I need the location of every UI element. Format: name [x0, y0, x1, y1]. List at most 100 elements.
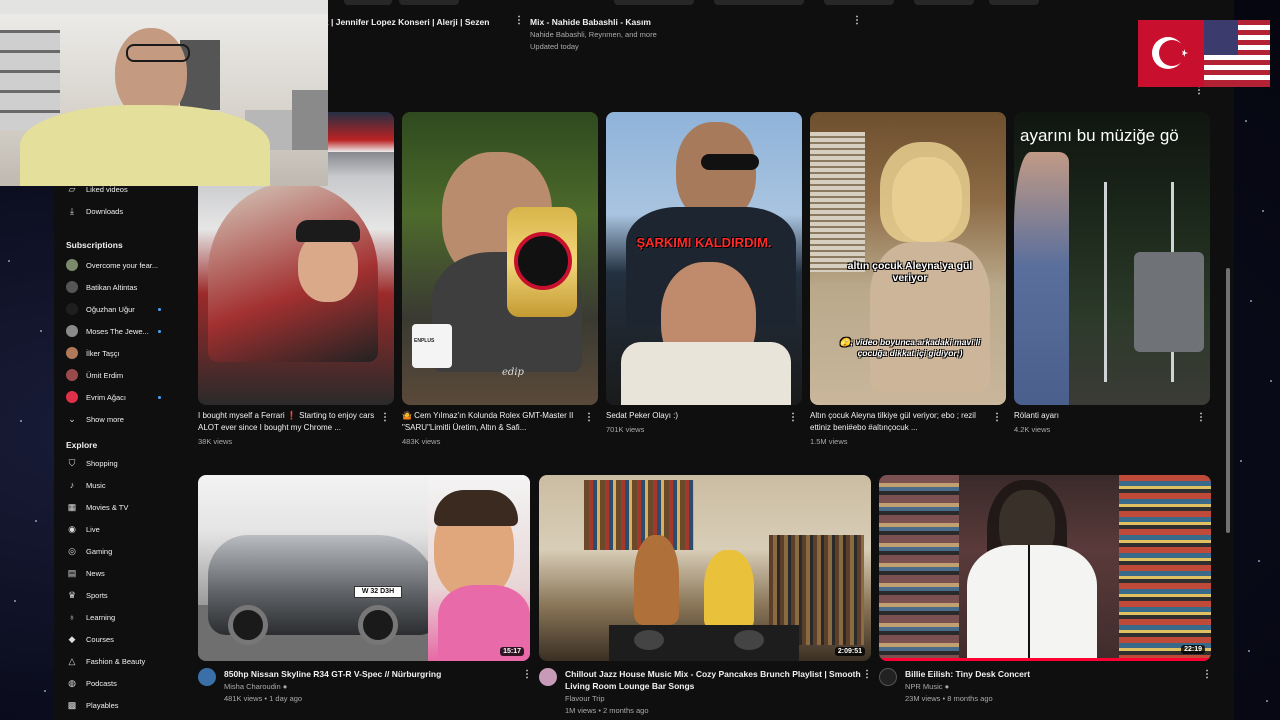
more-options-icon[interactable]: ⋮ — [522, 670, 532, 680]
chip[interactable] — [989, 0, 1039, 5]
sidebar-item-label: Playables — [86, 700, 119, 710]
channel-name[interactable]: Misha Charoudin ● — [224, 682, 287, 691]
star — [1258, 560, 1260, 562]
chip[interactable] — [714, 0, 804, 5]
sidebar-item-label: Batikan Altintas — [86, 282, 138, 292]
short-views: 701K views — [606, 425, 645, 434]
short-overlay-text: 🫣; video boyunca arkadaki mavi'li çocuğa… — [839, 337, 981, 358]
channel-name[interactable]: Flavour Trip — [565, 694, 605, 703]
short-overlay-text: ŞARKIMI KALDIRDIM. — [636, 235, 772, 250]
scrollbar[interactable] — [1226, 268, 1230, 533]
graduation-cap-icon: ◆ — [68, 633, 76, 644]
video-thumbnail[interactable]: 22:19 — [879, 475, 1211, 661]
verified-badge-icon: ● — [944, 682, 950, 691]
channel-avatar[interactable] — [879, 668, 897, 686]
subscriptions-heading[interactable]: Subscriptions — [66, 240, 123, 250]
more-options-icon[interactable]: ⋮ — [514, 16, 524, 26]
chip[interactable] — [399, 0, 459, 5]
video-title[interactable]: 850hp Nissan Skyline R34 GT-R V-Spec // … — [224, 668, 524, 680]
short-thumbnail[interactable]: ŞARKIMI KALDIRDIM. — [606, 112, 802, 405]
short-title[interactable]: 🤷 Cem Yılmaz'ın Kolunda Rolex GMT-Master… — [402, 410, 582, 433]
more-options-icon[interactable]: ⋮ — [584, 413, 594, 423]
star — [14, 600, 16, 602]
more-options-icon[interactable]: ⋮ — [380, 413, 390, 423]
short-title[interactable]: Sedat Peker Olayı :) — [606, 410, 786, 422]
sidebar-item[interactable]: ♛ Sports — [66, 586, 108, 604]
sidebar-subscription[interactable]: Ümit Erdim — [66, 366, 123, 384]
sidebar-item[interactable]: ▦ Movies & TV — [66, 498, 129, 516]
chip[interactable] — [824, 0, 894, 5]
sidebar-item-label: Gaming — [86, 546, 113, 556]
sidebar-item[interactable]: ◍ Podcasts — [66, 674, 117, 692]
new-content-dot — [158, 396, 161, 399]
more-options-icon[interactable]: ⋮ — [788, 413, 798, 423]
short-views: 483K views — [402, 437, 441, 446]
chip[interactable] — [914, 0, 974, 5]
license-plate: W 32 D3H — [354, 586, 402, 598]
show-more-button[interactable]: ⌄ Show more — [66, 410, 124, 428]
channel-avatar — [66, 281, 78, 293]
download-icon: ⤓ — [70, 205, 74, 216]
playlist-title[interactable]: Mix - Nahide Babashli - Kasım — [530, 17, 651, 27]
webcam-overlay — [0, 0, 328, 186]
star — [35, 520, 37, 522]
sidebar-subscription[interactable]: Overcome your fear... — [66, 256, 158, 274]
sidebar-subscription[interactable]: İlker Taşçı — [66, 344, 120, 362]
sidebar-item-label: Movies & TV — [86, 502, 129, 512]
channel-avatar — [66, 325, 78, 337]
more-options-icon[interactable]: ⋮ — [1202, 670, 1212, 680]
short-title[interactable]: I bought myself a Ferrari ❗️ Starting to… — [198, 410, 378, 433]
sidebar-item[interactable]: ♁ Learning — [66, 608, 116, 626]
short-title[interactable]: Altın çocuk Aleyna tilkiye gül veriyor; … — [810, 410, 990, 433]
sidebar-item[interactable]: ♪ Music — [66, 476, 106, 494]
more-options-icon[interactable]: ⋮ — [992, 413, 1002, 423]
star — [1262, 210, 1264, 212]
channel-avatar — [66, 369, 78, 381]
sidebar-item-label: Podcasts — [86, 678, 117, 688]
sidebar-subscription[interactable]: Batikan Altintas — [66, 278, 137, 296]
clapperboard-icon: ▦ — [67, 501, 77, 512]
chip[interactable] — [614, 0, 694, 5]
sidebar-item[interactable]: ▩ Playables — [66, 696, 119, 714]
channel-avatar[interactable] — [198, 668, 216, 686]
sidebar-subscription[interactable]: Oğuzhan Uğur — [66, 300, 135, 318]
short-thumbnail[interactable]: ayarını bu müziğe gö — [1014, 112, 1210, 405]
short-thumbnail[interactable]: ENPLUS edip — [402, 112, 598, 405]
sidebar-item[interactable]: ⛉ Shopping — [66, 454, 118, 472]
sidebar-item[interactable]: ◎ Gaming — [66, 542, 112, 560]
more-options-icon[interactable]: ⋮ — [862, 670, 872, 680]
short-views: 38K views — [198, 437, 233, 446]
chip[interactable] — [344, 0, 392, 5]
sidebar-subscription[interactable]: Moses The Jewe... — [66, 322, 149, 340]
sidebar-item[interactable]: △ Fashion & Beauty — [66, 652, 146, 670]
playlist-title[interactable]: m 2 | Jennifer Lopez Konseri | Alerji | … — [314, 17, 489, 27]
sidebar-item-label: Oğuzhan Uğur — [86, 304, 135, 314]
video-thumbnail[interactable]: W 32 D3H 15:17 — [198, 475, 530, 661]
playables-grid-icon: ▩ — [67, 699, 77, 710]
more-options-icon[interactable]: ⋮ — [1194, 86, 1204, 96]
short-title[interactable]: Rölanti ayarı — [1014, 410, 1194, 422]
more-options-icon[interactable]: ⋮ — [852, 16, 862, 26]
sidebar-item[interactable]: ⤓ Downloads — [66, 202, 123, 220]
video-title[interactable]: Chillout Jazz House Music Mix - Cozy Pan… — [565, 668, 865, 692]
channel-avatar[interactable] — [539, 668, 557, 686]
short-thumbnail[interactable]: altın çocuk Aleyna'ya gül veriyor 🫣; vid… — [810, 112, 1006, 405]
video-duration: 22:19 — [1181, 645, 1205, 654]
star — [1245, 120, 1247, 122]
video-thumbnail[interactable]: 2:09:51 — [539, 475, 871, 661]
hanger-icon: △ — [68, 655, 76, 666]
sidebar-item[interactable]: ◉ Live — [66, 520, 100, 538]
video-title[interactable]: Billie Eilish: Tiny Desk Concert — [905, 668, 1205, 680]
channel-name[interactable]: NPR Music ● — [905, 682, 949, 691]
sidebar-item[interactable]: ▤ News — [66, 564, 105, 582]
live-broadcast-icon: ◉ — [68, 523, 76, 534]
sidebar-subscription[interactable]: Evrim Ağacı — [66, 388, 126, 406]
show-more-label: Show more — [86, 414, 124, 424]
sidebar-item-label: News — [86, 568, 105, 578]
verified-badge-icon: ● — [282, 682, 288, 691]
short-views: 1.5M views — [810, 437, 848, 446]
sidebar-item-label: Sports — [86, 590, 108, 600]
sidebar-item[interactable]: ◆ Courses — [66, 630, 114, 648]
more-options-icon[interactable]: ⋮ — [1196, 413, 1206, 423]
star — [1270, 380, 1272, 382]
